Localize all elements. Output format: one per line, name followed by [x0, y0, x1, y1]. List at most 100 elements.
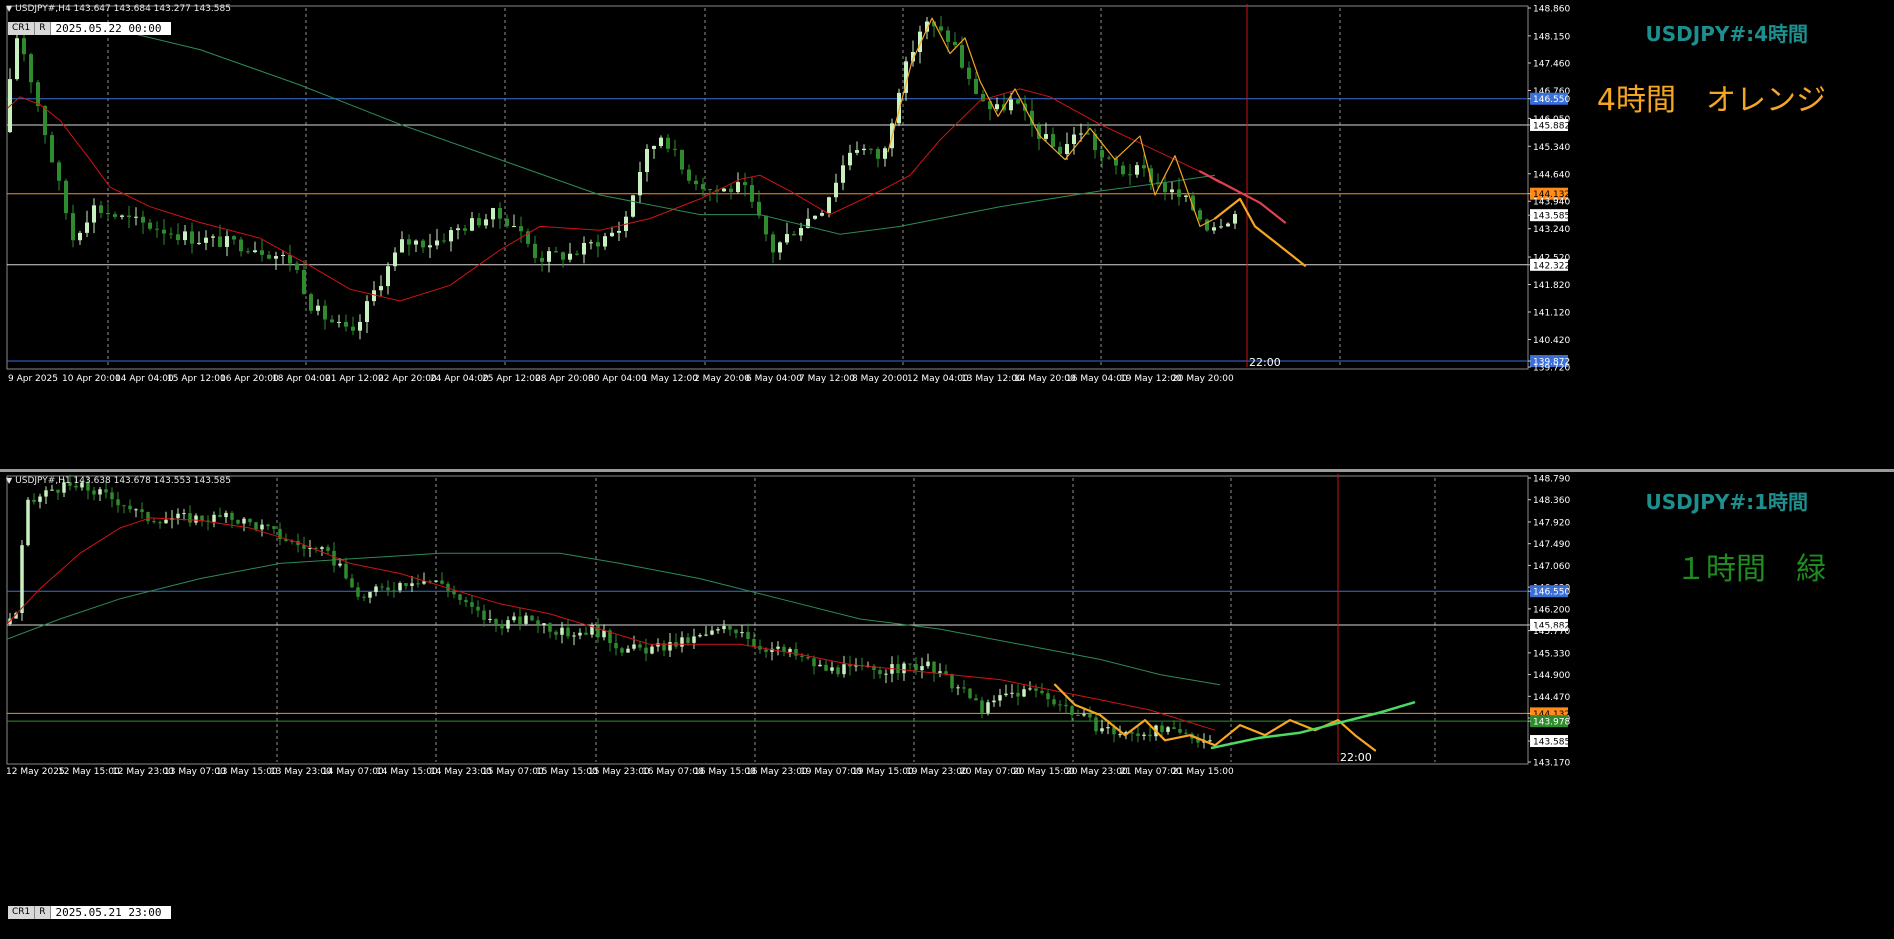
- h4-cr1-button[interactable]: CR1: [8, 22, 36, 35]
- h1-candle-body: [1172, 727, 1176, 730]
- h4-date-box[interactable]: 2025.05.22 00:00: [50, 22, 171, 35]
- h4-candle-body: [225, 236, 229, 247]
- h4-chart-canvas[interactable]: 22:00148.860148.150147.460146.760146.550…: [0, 0, 1894, 469]
- h1-candle-body: [332, 550, 336, 566]
- h1-candle-body: [38, 496, 42, 502]
- h4-candle-body: [1072, 134, 1076, 145]
- h1-collapse-icon[interactable]: ▼: [6, 476, 12, 485]
- h1-cr1-button[interactable]: CR1: [8, 906, 36, 919]
- h4-collapse-icon[interactable]: ▼: [6, 4, 12, 13]
- h1-candle-body: [158, 522, 162, 524]
- h4-candle-body: [1086, 133, 1090, 135]
- h4-candle-body: [1198, 210, 1202, 220]
- h4-candle-body: [274, 256, 278, 259]
- h1-candle-body: [698, 635, 702, 637]
- h1-ma-green: [6, 552, 1221, 686]
- h4-candle-body: [1212, 227, 1216, 231]
- h1-candle-body: [704, 634, 708, 636]
- h1-candle-body: [1010, 692, 1014, 694]
- h4-candle-body: [246, 251, 250, 253]
- h1-candle-body: [404, 583, 408, 586]
- h1-price-label: 147.060: [1533, 562, 1570, 572]
- h1-r-button[interactable]: R: [35, 906, 51, 919]
- h4-candle-body: [582, 243, 586, 255]
- h4-candle-body: [141, 216, 145, 223]
- h1-candle-body: [602, 630, 606, 638]
- h4-candle-body: [1219, 226, 1223, 228]
- h4-candle-body: [113, 214, 117, 217]
- h1-candle-body: [212, 514, 216, 522]
- h1-candle-body: [542, 623, 546, 625]
- h4-candle-body: [64, 180, 68, 214]
- h1-candle-body: [1028, 688, 1032, 690]
- h4-chart-pane[interactable]: 22:00 148.860 148.150 147.460 146.760 146.550…: [0, 0, 1894, 469]
- h1-candle-body: [1130, 732, 1134, 734]
- h4-h4-projection-orange: [1213, 197, 1307, 267]
- h1-candle-body: [356, 587, 360, 597]
- h1-candle-body: [974, 698, 978, 701]
- h1-candle-body: [536, 620, 540, 625]
- h4-candle-body: [848, 152, 852, 166]
- h1-candle-body: [248, 518, 252, 523]
- h1-candle-body: [194, 515, 198, 523]
- h1-chart-canvas[interactable]: 22:00 148.790 148.360 147.920 147.490 147.060…: [0, 472, 1894, 939]
- h4-candle-body: [694, 180, 698, 185]
- h1-chart-pane[interactable]: 22:00 148.790 148.360 147.920 147.490 147.060…: [0, 472, 1894, 939]
- h1-date-box[interactable]: 2025.05.21 23:00: [50, 906, 171, 919]
- h1-candle-body: [740, 632, 744, 634]
- h4-candle-body: [820, 213, 824, 216]
- h4-candle-body: [1170, 189, 1174, 193]
- h1-candle-body: [32, 499, 36, 502]
- h1-candle-body: [650, 646, 654, 654]
- h1-candle-body: [1136, 733, 1140, 736]
- h4-candle-body: [1205, 219, 1209, 231]
- h1-price-label: 143.585: [1533, 738, 1570, 748]
- h4-price-label: 140.420: [1533, 336, 1570, 346]
- h4-candle-body: [281, 254, 285, 257]
- h1-price-label: 146.200: [1533, 605, 1570, 615]
- h4-candle-body: [197, 242, 201, 244]
- h1-candle-body: [560, 627, 564, 635]
- h4-price-label: 143.940: [1533, 198, 1570, 208]
- h1-candle-body: [140, 509, 144, 513]
- h4-candle-body: [106, 212, 110, 215]
- h1-candle-body: [962, 687, 966, 689]
- h4-time-label: 21 Apr 12:00: [325, 374, 384, 384]
- h4-candle-body: [1051, 134, 1055, 147]
- h4-candle-body: [540, 257, 544, 262]
- h4-candle-body: [512, 226, 516, 228]
- h4-time-label: 12 May 04:00: [907, 374, 969, 384]
- h4-time-label: 2 May 20:00: [694, 374, 750, 384]
- h4-candle-body: [834, 182, 838, 198]
- h4-candle-body: [687, 169, 691, 181]
- h4-candle-body: [337, 321, 341, 323]
- h4-candle-body: [85, 222, 89, 233]
- h4-candle-body: [253, 250, 257, 253]
- h1-time-label: 21 May 15:00: [1172, 767, 1234, 777]
- h4-candle-body: [1016, 99, 1020, 104]
- h1-candle-body: [362, 596, 366, 598]
- h1-candle-body: [830, 667, 834, 671]
- h1-candle-body: [578, 632, 582, 636]
- h4-price-label: 147.460: [1533, 59, 1570, 69]
- h1-candle-body: [1076, 714, 1080, 716]
- h4-r-button[interactable]: R: [35, 22, 51, 35]
- h4-candle-body: [561, 252, 565, 260]
- h4-candle-body: [841, 165, 845, 183]
- h1-candle-body: [686, 637, 690, 643]
- h4-candle-body: [736, 182, 740, 193]
- h1-candle-body: [710, 630, 714, 635]
- h4-candle-body: [855, 150, 859, 153]
- h1-time-label: 16 May 23:00: [746, 767, 808, 777]
- h4-candle-body: [659, 137, 663, 146]
- h4-time-label: 14 Apr 04:00: [115, 374, 174, 384]
- h4-time-label: 7 May 12:00: [799, 374, 855, 384]
- h4-candle-body: [239, 239, 243, 252]
- h1-candle-body: [92, 490, 96, 495]
- h4-candle-body: [708, 189, 712, 191]
- h4-price-label: 141.820: [1533, 281, 1570, 291]
- h4-candle-body: [351, 326, 355, 331]
- h4-candle-body: [393, 252, 397, 267]
- h4-period-box: CR1 R 2025.05.22 00:00: [8, 22, 171, 35]
- h4-h4-projection-pink: [1198, 170, 1287, 224]
